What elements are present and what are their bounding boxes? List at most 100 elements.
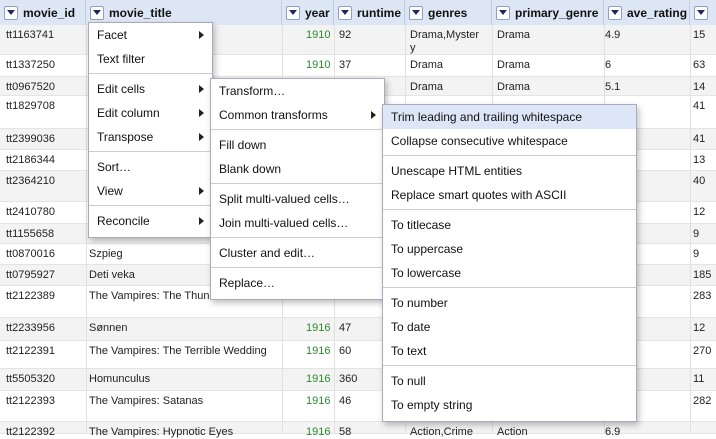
cell-ave-rating[interactable]: 4.9 xyxy=(605,29,620,42)
menu-item-transpose[interactable]: Transpose xyxy=(89,125,212,149)
cell-movie-title[interactable]: The Vampires: Satanas xyxy=(89,395,203,408)
cell-movie-id[interactable]: tt0795927 xyxy=(6,269,55,282)
cell-movie-id[interactable]: tt2122393 xyxy=(6,395,55,408)
column-menu-dropdown-icon[interactable] xyxy=(90,5,104,20)
cell-primary-genre[interactable]: Drama xyxy=(497,59,530,72)
cell-movie-id[interactable]: tt1337250 xyxy=(6,59,55,72)
column-menu-dropdown-icon[interactable] xyxy=(496,5,510,20)
cell-extra[interactable]: 13 xyxy=(693,154,705,167)
menu-item-to-titlecase[interactable]: To titlecase xyxy=(383,213,636,237)
menu-item-to-empty-string[interactable]: To empty string xyxy=(383,393,636,417)
cell-movie-title[interactable]: Homunculus xyxy=(89,373,150,386)
cell-movie-id[interactable]: tt2410780 xyxy=(6,206,55,219)
menu-item-common-transforms[interactable]: Common transforms xyxy=(211,103,384,127)
menu-item-collapse-consecutive-whitespace[interactable]: Collapse consecutive whitespace xyxy=(383,129,636,153)
menu-item-split-multi-valued-cells[interactable]: Split multi-valued cells… xyxy=(211,187,384,211)
cell-movie-title[interactable]: Deti veka xyxy=(89,269,135,282)
cell-extra[interactable]: 15 xyxy=(693,29,705,42)
menu-item-sort[interactable]: Sort… xyxy=(89,155,212,179)
menu-item-transform[interactable]: Transform… xyxy=(211,79,384,103)
cell-year[interactable]: 1916 xyxy=(306,345,330,358)
column-menu-dropdown-icon[interactable] xyxy=(694,5,708,20)
cell-extra[interactable]: 270 xyxy=(693,345,711,358)
menu-item-cluster-and-edit[interactable]: Cluster and edit… xyxy=(211,241,384,265)
column-header-primary_genre[interactable]: primary_genre xyxy=(492,0,604,25)
cell-movie-title[interactable]: The Vampires: The Terrible Wedding xyxy=(89,345,267,358)
menu-item-replace-smart-quotes-with-ascii[interactable]: Replace smart quotes with ASCII xyxy=(383,183,636,207)
column-menu-dropdown-icon[interactable] xyxy=(409,5,423,20)
cell-movie-id[interactable]: tt2399036 xyxy=(6,133,55,146)
cell-year[interactable]: 1916 xyxy=(306,395,330,408)
cell-runtime[interactable]: 37 xyxy=(339,59,351,72)
cell-movie-id[interactable]: tt1155658 xyxy=(6,228,54,241)
menu-item-fill-down[interactable]: Fill down xyxy=(211,133,384,157)
cell-extra[interactable]: 63 xyxy=(693,59,705,72)
cell-year[interactable]: 1916 xyxy=(306,322,330,335)
cell-year[interactable]: 1910 xyxy=(306,29,330,42)
cell-movie-id[interactable]: tt0967520 xyxy=(6,81,55,94)
menu-item-to-null[interactable]: To null xyxy=(383,369,636,393)
menu-item-replace[interactable]: Replace… xyxy=(211,271,384,295)
menu-item-unescape-html-entities[interactable]: Unescape HTML entities xyxy=(383,159,636,183)
menu-item-to-date[interactable]: To date xyxy=(383,315,636,339)
column-header-movie_id[interactable]: movie_id xyxy=(0,0,86,25)
cell-extra[interactable]: 9 xyxy=(693,228,699,241)
cell-extra[interactable]: 282 xyxy=(693,395,711,408)
cell-extra[interactable]: 12 xyxy=(693,322,705,335)
cell-movie-id[interactable]: tt5505320 xyxy=(6,373,55,386)
menu-item-trim-leading-and-trailing-whitespace[interactable]: Trim leading and trailing whitespace xyxy=(383,105,636,129)
menu-item-text-filter[interactable]: Text filter xyxy=(89,47,212,71)
cell-runtime[interactable]: 46 xyxy=(339,395,351,408)
menu-item-to-lowercase[interactable]: To lowercase xyxy=(383,261,636,285)
cell-extra[interactable]: 41 xyxy=(693,100,705,113)
cell-movie-id[interactable]: tt0870016 xyxy=(6,248,55,261)
menu-item-facet[interactable]: Facet xyxy=(89,23,212,47)
column-menu-dropdown-icon[interactable] xyxy=(338,5,352,20)
column-header-year[interactable]: year xyxy=(282,0,334,25)
cell-movie-title[interactable]: Szpieg xyxy=(89,248,123,261)
cell-movie-id[interactable]: tt2233956 xyxy=(6,322,55,335)
cell-movie-id[interactable]: tt2122391 xyxy=(6,345,55,358)
cell-runtime[interactable]: 47 xyxy=(339,322,351,335)
menu-item-to-text[interactable]: To text xyxy=(383,339,636,363)
cell-ave-rating[interactable]: 5.1 xyxy=(605,81,620,94)
cell-extra[interactable]: 185 xyxy=(693,269,711,282)
cell-runtime[interactable]: 60 xyxy=(339,345,351,358)
column-menu-dropdown-icon[interactable] xyxy=(286,5,300,20)
column-header-extra[interactable] xyxy=(690,0,716,25)
cell-year[interactable]: 1910 xyxy=(306,59,330,72)
cell-extra[interactable]: 283 xyxy=(693,290,711,303)
cell-extra[interactable]: 9 xyxy=(693,248,699,261)
cell-ave-rating[interactable]: 6 xyxy=(605,59,611,72)
cell-extra[interactable]: 14 xyxy=(693,81,705,94)
cell-year[interactable]: 1916 xyxy=(306,373,330,386)
column-header-runtime[interactable]: runtime xyxy=(334,0,405,25)
cell-movie-id[interactable]: tt1163741 xyxy=(6,29,54,42)
cell-movie-id[interactable]: tt2122389 xyxy=(6,290,55,303)
cell-genres[interactable]: Drama xyxy=(410,81,494,94)
cell-extra[interactable]: 12 xyxy=(693,206,705,219)
cell-runtime[interactable]: 360 xyxy=(339,373,357,386)
column-header-ave_rating[interactable]: ave_rating xyxy=(604,0,690,25)
cell-runtime[interactable]: 92 xyxy=(339,29,351,42)
menu-item-view[interactable]: View xyxy=(89,179,212,203)
menu-item-edit-column[interactable]: Edit column xyxy=(89,101,212,125)
cell-genres[interactable]: Drama,Myster y xyxy=(410,29,494,55)
menu-item-join-multi-valued-cells[interactable]: Join multi-valued cells… xyxy=(211,211,384,235)
menu-item-blank-down[interactable]: Blank down xyxy=(211,157,384,181)
column-menu-dropdown-icon[interactable] xyxy=(4,5,18,20)
cell-movie-id[interactable]: tt1829708 xyxy=(6,100,55,113)
cell-primary-genre[interactable]: Drama xyxy=(497,29,530,42)
menu-item-edit-cells[interactable]: Edit cells xyxy=(89,77,212,101)
column-header-genres[interactable]: genres xyxy=(405,0,492,25)
cell-movie-id[interactable]: tt2186344 xyxy=(6,154,55,167)
cell-movie-id[interactable]: tt2364210 xyxy=(6,175,55,188)
cell-primary-genre[interactable]: Drama xyxy=(497,81,530,94)
cell-extra[interactable]: 40 xyxy=(693,175,705,188)
column-menu-dropdown-icon[interactable] xyxy=(608,5,622,20)
cell-extra[interactable]: 11 xyxy=(693,373,704,386)
cell-extra[interactable]: 41 xyxy=(693,133,705,146)
menu-item-reconcile[interactable]: Reconcile xyxy=(89,209,212,233)
menu-item-to-number[interactable]: To number xyxy=(383,291,636,315)
cell-movie-title[interactable]: Sønnen xyxy=(89,322,128,335)
